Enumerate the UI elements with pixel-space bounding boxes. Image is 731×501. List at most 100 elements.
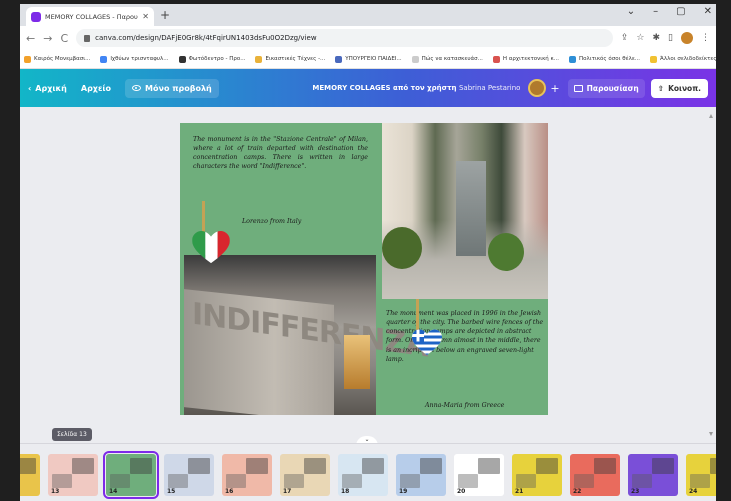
bookmark-favicon-icon [100, 55, 108, 63]
omnibox[interactable]: canva.com/design/DAFjE0Gr8k/4tFqirUN1403… [76, 29, 613, 47]
bookmark-item[interactable]: Η αρχιτεκτονική κ... [492, 55, 560, 63]
new-tab-button[interactable]: + [160, 8, 170, 22]
bookmark-label: Πώς να κατασκευάσ... [421, 56, 483, 62]
thumbnail-image [420, 458, 442, 474]
thumbnail-image [52, 474, 72, 488]
back-arrow-icon[interactable]: ← [26, 32, 35, 45]
bookmark-item[interactable]: Πώς να κατασκευάσ... [411, 55, 483, 63]
monument-photo-italy: INDIFFERENZA [184, 255, 428, 415]
bookmark-favicon-icon [335, 55, 343, 63]
bookmark-label: Φωτόδεντρο - Προ... [188, 56, 246, 62]
window-controls: ⌄ – ▢ ✕ [627, 6, 712, 17]
bookmark-star-icon[interactable]: ☆ [636, 33, 644, 43]
share-upload-icon: ⇧ [657, 83, 665, 93]
home-button[interactable]: ‹ Αρχική [28, 84, 67, 93]
browser-tab-active[interactable]: MEMORY COLLAGES - Παρουσί ✕ [26, 7, 154, 26]
page-thumbnail[interactable]: 14 [103, 451, 159, 499]
thumbnail-image [594, 458, 616, 474]
design-title-text: MEMORY COLLAGES από τον χρήστη [312, 84, 457, 92]
add-collaborator-icon[interactable]: + [550, 82, 559, 95]
bookmark-favicon-icon [255, 55, 263, 63]
minimize-button[interactable]: – [653, 6, 658, 17]
page-number: 18 [341, 488, 350, 495]
thumbnail-image [284, 474, 304, 488]
chevron-left-icon: ‹ [28, 83, 32, 93]
bush-shape [382, 227, 422, 269]
page-thumbnail[interactable]: 17 [280, 454, 330, 496]
bookmark-label: Εικαστικές Τέχνες -... [265, 56, 326, 62]
forward-arrow-icon[interactable]: → [43, 32, 52, 45]
thumbnail-image [516, 474, 536, 488]
page-thumbnail[interactable]: 16 [222, 454, 272, 496]
thumbnail-image [690, 474, 710, 488]
thumbnail-image [632, 474, 652, 488]
thumbnail-image [478, 458, 500, 474]
sidepanel-icon[interactable]: ▯ [668, 33, 673, 43]
bookmark-label: ΥΠΟΥΡΓΕΙΟ ΠΑΙΔΕΙ... [345, 56, 402, 62]
signature-italy: Lorenzo from Italy [242, 218, 302, 225]
slide-text-greece: The monument was placed in 1996 in the J… [386, 310, 544, 363]
bookmark-item[interactable]: Πολιτικός όσοι θέλε... [569, 55, 641, 63]
bookmark-item[interactable]: Φωτόδεντρο - Προ... [178, 55, 246, 63]
page-thumbnail[interactable]: 18 [338, 454, 388, 496]
page-number: 20 [457, 488, 466, 495]
canva-header: ‹ Αρχική Αρχείο Μόνο προβολή MEMORY COLL… [20, 69, 716, 107]
page-thumbnail[interactable] [20, 454, 40, 496]
owner-avatar[interactable] [528, 79, 547, 97]
design-title: MEMORY COLLAGES από τον χρήστη Sabrina P… [312, 84, 520, 92]
bookmark-favicon-icon [178, 55, 186, 63]
bookmark-item[interactable]: ΥΠΟΥΡΓΕΙΟ ΠΑΙΔΕΙ... [335, 55, 402, 63]
menu-kebab-icon[interactable]: ⋮ [701, 33, 710, 43]
reload-icon[interactable]: C [60, 32, 68, 45]
page-thumbnail[interactable]: 19 [396, 454, 446, 496]
maximize-button[interactable]: ▢ [676, 6, 685, 17]
bookmark-item[interactable]: Καιρός Μονεμβασι... [24, 55, 90, 63]
extensions-puzzle-icon[interactable]: ✱ [653, 33, 661, 43]
thumbnail-image [246, 458, 268, 474]
close-window-button[interactable]: ✕ [704, 6, 712, 17]
design-author: Sabrina Pestarino [458, 84, 521, 92]
home-label: Αρχική [35, 83, 67, 93]
page-thumbnail[interactable]: 22 [570, 454, 620, 496]
profile-avatar[interactable] [681, 32, 693, 44]
page-thumbnail[interactable]: 20 [454, 454, 504, 496]
bookmark-label: Πολιτικός όσοι θέλε... [579, 56, 641, 62]
thumbnail-image [168, 474, 188, 488]
slide-page-14[interactable]: INDIFFERENZA The monument is in the "Sta… [180, 123, 548, 415]
bookmark-favicon-icon [411, 55, 419, 63]
column-shape [456, 161, 486, 256]
clothespin-icon [416, 299, 419, 333]
page-number: 22 [573, 488, 582, 495]
bookmark-favicon-icon [569, 55, 577, 63]
canvas-workspace: INDIFFERENZA The monument is in the "Sta… [20, 107, 716, 443]
close-tab-icon[interactable]: ✕ [142, 12, 149, 21]
bookmark-label: Η αρχιτεκτονική κ... [502, 56, 560, 62]
bookmark-item[interactable]: Ιχθύων τρισνταφυλ... [100, 55, 169, 63]
thumbnail-image [652, 458, 674, 474]
doorway-shape [344, 335, 370, 389]
page-thumbnail[interactable]: 21 [512, 454, 562, 496]
page-tooltip: Σελίδα 13 [52, 428, 92, 441]
lock-icon [84, 34, 91, 42]
bookmark-favicon-icon [492, 55, 500, 63]
page-thumbnail[interactable]: 23 [628, 454, 678, 496]
tab-search-icon[interactable]: ⌄ [627, 6, 635, 17]
page-number: 21 [515, 488, 524, 495]
present-button[interactable]: Παρουσίαση [567, 78, 645, 98]
page-thumbnail[interactable]: 15 [164, 454, 214, 496]
bookmark-label: Ιχθύων τρισνταφυλ... [110, 56, 169, 62]
other-bookmarks-folder[interactable]: Άλλοι σελιδοδείκτες [650, 55, 716, 63]
folder-icon [650, 55, 658, 63]
view-only-label: Μόνο προβολή [145, 83, 212, 93]
page-thumbnail[interactable]: 13 [48, 454, 98, 496]
thumbnail-image [342, 474, 362, 488]
other-bookmarks-label: Άλλοι σελιδοδείκτες [660, 56, 716, 62]
bookmark-item[interactable]: Εικαστικές Τέχνες -... [255, 55, 326, 63]
thumbnail-image [710, 458, 716, 474]
share-button[interactable]: ⇧ Κοινοπ. [650, 78, 708, 98]
vertical-scrollbar[interactable] [708, 112, 714, 442]
page-thumbnail[interactable]: 24 [686, 454, 716, 496]
file-menu-button[interactable]: Αρχείο [81, 84, 111, 93]
share-page-icon[interactable]: ⇪ [621, 33, 629, 43]
view-only-badge[interactable]: Μόνο προβολή [125, 78, 219, 98]
